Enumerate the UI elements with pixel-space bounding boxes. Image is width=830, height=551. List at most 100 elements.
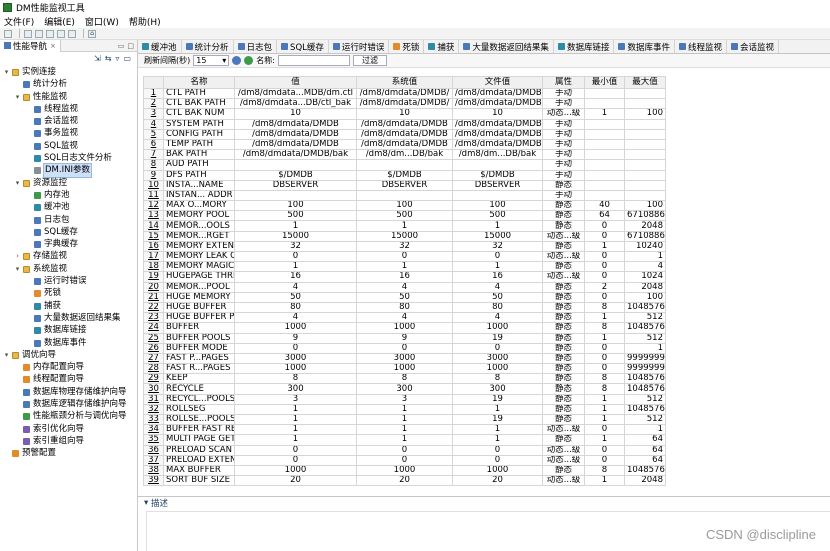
print-icon[interactable] <box>68 29 76 38</box>
expander-icon[interactable]: › <box>14 250 21 262</box>
home-icon[interactable]: ⌂ <box>88 29 96 38</box>
table-row[interactable]: 30 RECYCLE 300 300 300 静态 8 1048576 <box>143 383 666 395</box>
tree-item[interactable]: ▾ 资源监控 <box>0 177 137 189</box>
column-header[interactable]: 文件值 <box>452 76 543 89</box>
tree-item[interactable]: 索引优化向导 <box>0 423 137 435</box>
edit-icon[interactable] <box>57 29 65 38</box>
table-row[interactable]: 25 BUFFER POOLS 9 9 19 静态 1 512 <box>143 332 666 344</box>
tree-item[interactable]: ▾ 实例连接 <box>0 66 137 78</box>
copy-icon[interactable] <box>35 29 43 38</box>
tab-0[interactable]: 缓冲池 <box>138 40 182 53</box>
tree-item[interactable]: 线程配置向导 <box>0 373 137 385</box>
tab-3[interactable]: SQL缓存 <box>277 40 329 53</box>
new-icon[interactable] <box>4 29 12 38</box>
maximize-icon[interactable]: □ <box>127 42 134 50</box>
table-row[interactable]: 23 HUGE BUFFER PI 4 4 4 静态 1 512 <box>143 312 666 324</box>
save-icon[interactable] <box>24 29 32 38</box>
table-row[interactable]: 26 BUFFER MODE 0 0 0 静态 0 1 <box>143 342 666 354</box>
tree-item[interactable]: 大量数据返回结果集 <box>0 312 137 324</box>
table-row[interactable]: 28 FAST R...PAGES 1000 1000 1000 静态 0 9999999 <box>143 363 666 375</box>
tree-item[interactable]: ▾ 性能监视 <box>0 91 137 103</box>
tab-11[interactable]: 会话监视 <box>727 40 779 53</box>
tree-item[interactable]: 数据库事件 <box>0 337 137 349</box>
table-row[interactable]: 39 SORT BUF SIZE 20 20 20 动态...级 1 2048 <box>143 475 666 487</box>
tree-item[interactable]: 运行时错误 <box>0 275 137 287</box>
expander-icon[interactable]: ▾ <box>14 91 21 103</box>
menu-window[interactable]: 窗口(W) <box>85 15 119 28</box>
auto-refresh-icon[interactable] <box>244 56 254 65</box>
table-row[interactable]: 35 MULTI PAGE GET 1 1 1 静态 1 64 <box>143 434 666 446</box>
table-row[interactable]: 34 BUFFER FAST RE 1 1 1 动态...级 0 1 <box>143 424 666 436</box>
refresh-icon[interactable] <box>232 56 242 65</box>
tab-6[interactable]: 捕获 <box>424 40 460 53</box>
tab-8[interactable]: 数据库链接 <box>554 40 615 53</box>
table-row[interactable]: 20 MEMOR...POOL 4 4 4 静态 2 2048 <box>143 281 666 293</box>
tree-item[interactable]: 线程监视 <box>0 103 137 115</box>
description-header[interactable]: ▾ 描述 <box>138 497 830 509</box>
table-row[interactable]: 21 HUGE MEMORY 50 50 50 静态 0 100 <box>143 291 666 303</box>
table-row[interactable]: 3 CTL BAK NUM 10 10 10 动态...级 1 100 <box>143 108 666 120</box>
expander-icon[interactable]: ▾ <box>3 349 10 361</box>
table-row[interactable]: 33 ROLLSE...POOLS 1 1 19 静态 1 512 <box>143 413 666 426</box>
tree-item[interactable]: 性能瓶颈分析与调优向导 <box>0 410 137 422</box>
tab-performance-navigation[interactable]: 性能导航 × <box>0 39 61 52</box>
tab-10[interactable]: 线程监视 <box>675 40 727 53</box>
tree-item[interactable]: 索引重组向导 <box>0 435 137 447</box>
tab-1[interactable]: 统计分析 <box>182 40 234 53</box>
tab-4[interactable]: 运行时错误 <box>329 40 390 53</box>
expander-icon[interactable]: ▾ <box>14 263 21 275</box>
tree-item[interactable]: 日志包 <box>0 214 137 226</box>
table-row[interactable]: 38 MAX BUFFER 1000 1000 1000 静态 8 1048576 <box>143 464 666 477</box>
table-row[interactable]: 24 BUFFER 1000 1000 1000 静态 8 1048576 <box>143 322 666 334</box>
tree-item[interactable]: 捕获 <box>0 300 137 312</box>
link-icon[interactable]: ⇆ <box>105 54 112 63</box>
paste-icon[interactable] <box>46 29 54 38</box>
tree-item[interactable]: 内存池 <box>0 189 137 201</box>
table-row[interactable]: 12 MAX O...MORY 100 100 100 静态 40 100 <box>143 200 666 212</box>
collapse-all-icon[interactable]: ⇲ <box>94 54 101 63</box>
tree-item[interactable]: SQL日志文件分析 <box>0 152 137 164</box>
filter-button[interactable]: 过滤 <box>352 55 387 66</box>
table-row[interactable]: 19 HUGEPAGE THRI 16 16 16 动态...级 0 1024 <box>143 271 666 283</box>
table-row[interactable]: 37 PRELOAD EXTEN 0 0 0 动态...级 0 64 <box>143 454 666 466</box>
table-row[interactable]: 17 MEMORY LEAK C 0 0 0 动态...级 0 1 <box>143 250 666 263</box>
column-header[interactable] <box>143 76 164 89</box>
tab-9[interactable]: 数据库事件 <box>614 40 675 53</box>
tree-item[interactable]: 缓冲池 <box>0 201 137 213</box>
table-row[interactable]: 18 MEMORY MAGIC 1 1 1 静态 0 4 <box>143 261 666 273</box>
table-row[interactable]: 32 ROLLSEG 1 1 1 静态 1 1048576 <box>143 403 666 416</box>
table-row[interactable]: 4 SYSTEM PATH/dm8/dmdata/DMDB/dm8/dmdata/… <box>143 118 666 130</box>
column-header[interactable]: 值 <box>234 76 357 89</box>
minimize-icon[interactable]: ▭ <box>118 42 125 50</box>
tree-item[interactable]: SQL监视 <box>0 140 137 152</box>
view-menu-icon[interactable]: ▿ <box>115 54 119 63</box>
tab-7[interactable]: 大量数据返回结果集 <box>459 40 554 53</box>
name-filter-input[interactable] <box>277 55 350 66</box>
tree-item[interactable]: ▾ 系统监视 <box>0 263 137 275</box>
table-row[interactable]: 14 MEMOR...OOLS 1 1 1 静态 0 2048 <box>143 220 666 232</box>
table-row[interactable]: 7 BAK PATH/dm8/dmdata/DMDB/bak/dm8/dm...D… <box>143 149 666 161</box>
table-row[interactable]: 22 HUGE BUFFER 80 80 80 静态 8 1048576 <box>143 301 666 314</box>
tree-item[interactable]: 内存配置向导 <box>0 361 137 373</box>
tree-item[interactable]: 数据库逻辑存储维护向导 <box>0 398 137 410</box>
tree-item[interactable]: 数据库链接 <box>0 324 137 336</box>
column-header[interactable]: 最小值 <box>584 76 625 89</box>
tree-item[interactable]: › 存储监视 <box>0 250 137 262</box>
tree-item[interactable]: 会话监视 <box>0 115 137 127</box>
tab-5[interactable]: 死锁 <box>389 40 425 53</box>
table-row[interactable]: 10 INSTA...NAME DBSERVER DBSERVER DBSERVER 静态 <box>143 179 666 191</box>
table-row[interactable]: 9 DFS PATH $/DMDB $/DMDB $/DMDB 手动 <box>143 169 666 181</box>
tree-item[interactable]: 死锁 <box>0 287 137 299</box>
table-row[interactable]: 36 PRELOAD SCAN 0 0 0 动态...级 0 64 <box>143 444 666 456</box>
minimize-icon[interactable]: ▭ <box>123 54 131 63</box>
menu-help[interactable]: 帮助(H) <box>129 15 161 28</box>
table-row[interactable]: 5 CONFIG PATH/dm8/dmdata/DMDB/dm8/dmdata/… <box>143 128 666 140</box>
column-header[interactable]: 属性 <box>542 76 585 89</box>
table-row[interactable]: 16 MEMORY EXTEN 32 32 32 静态 1 10240 <box>143 240 666 253</box>
table-row[interactable]: 15 MEMOR...RGET 15000 15000 15000 动态...级 0 6710… <box>143 230 666 242</box>
close-icon[interactable]: × <box>50 42 56 50</box>
table-row[interactable]: 27FAST P...PAGES300030003000静态099999999 <box>143 352 666 365</box>
tree-item[interactable]: 统计分析 <box>0 78 137 90</box>
table-row[interactable]: 13MEMORY POOL500500500静态6467108864 <box>143 210 666 222</box>
column-header[interactable]: 系统值 <box>356 76 453 89</box>
